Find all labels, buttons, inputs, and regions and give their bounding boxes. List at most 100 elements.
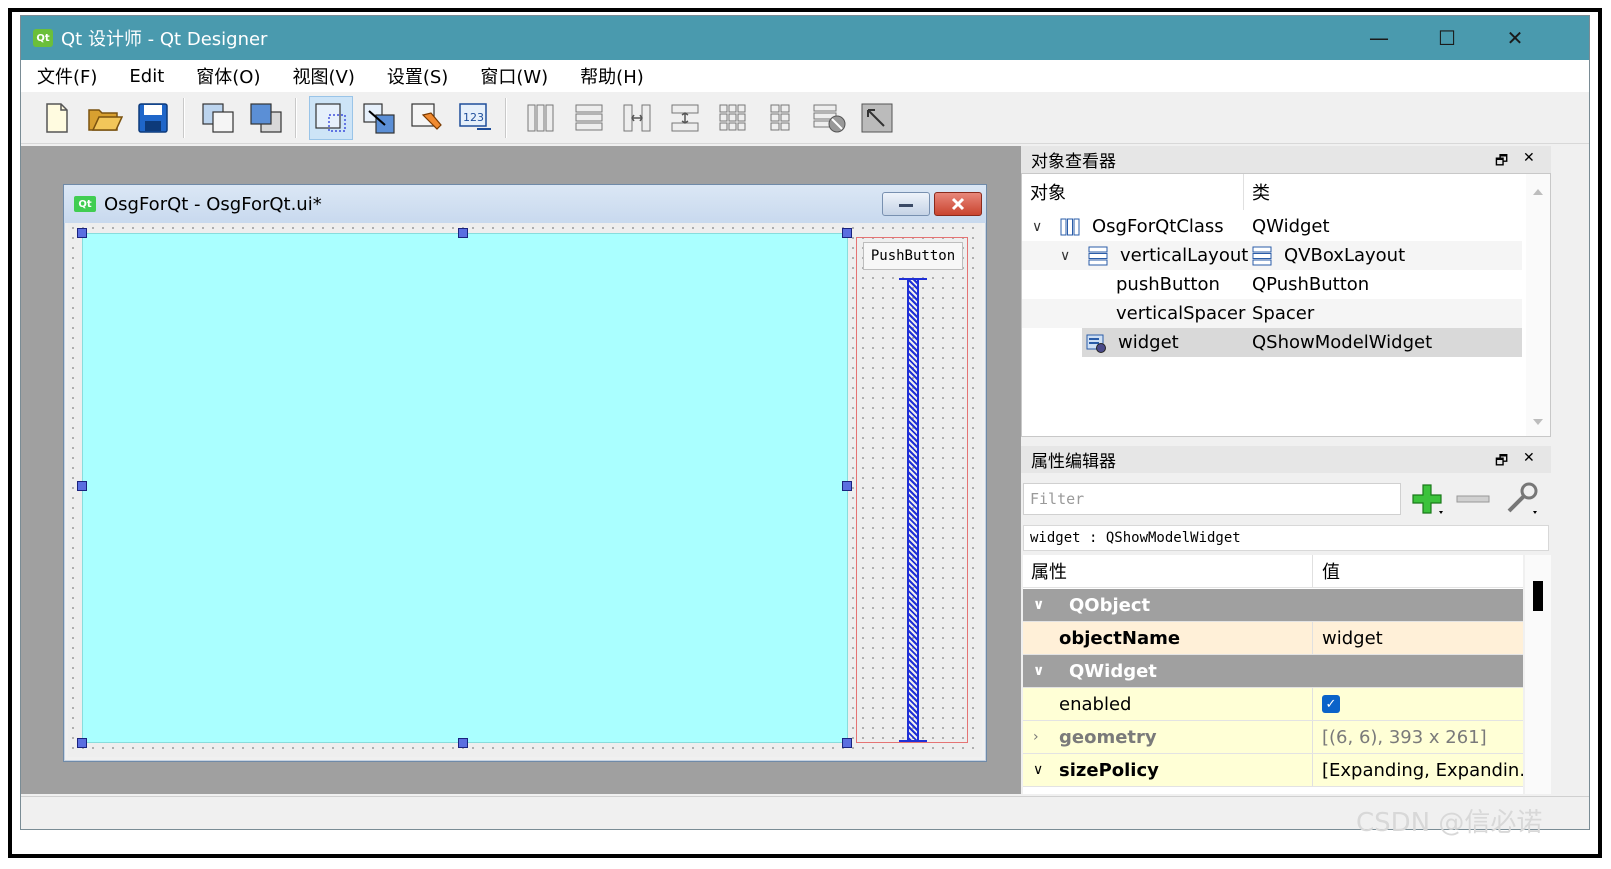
form-close-button[interactable]	[934, 192, 982, 216]
scrollbar-thumb[interactable]	[1533, 581, 1543, 611]
tree-row[interactable]: verticalSpacer Spacer	[1022, 299, 1522, 328]
selection-handle[interactable]	[842, 738, 852, 748]
selection-handle[interactable]	[458, 228, 468, 238]
property-table: 属性 值 ∨ QObject objectName widget ∨ QWidg…	[1023, 555, 1523, 794]
form-canvas[interactable]: PushButton	[68, 223, 982, 757]
tree-row-selected[interactable]: widget QShowModelWidget	[1082, 328, 1522, 357]
property-value[interactable]: [(6, 6), 393 x 261]	[1314, 721, 1523, 753]
save-icon[interactable]	[131, 96, 175, 140]
edit-buddies-icon[interactable]	[405, 96, 449, 140]
column-header-class[interactable]: 类	[1244, 174, 1522, 210]
property-editor-title: 属性编辑器 🗗 ✕	[1021, 446, 1551, 474]
new-file-icon[interactable]	[35, 96, 79, 140]
object-inspector: 对象 类 ∨ OsgForQtClass QWidget ∨ verticalL…	[1021, 173, 1551, 437]
chevron-down-icon[interactable]: ∨	[1032, 212, 1042, 241]
property-editor-title-text: 属性编辑器	[1031, 452, 1116, 472]
property-group-row[interactable]: ∨ QWidget	[1023, 655, 1523, 688]
tree-row[interactable]: pushButton QPushButton	[1022, 270, 1522, 299]
edit-widgets-icon[interactable]	[309, 96, 353, 140]
menu-form[interactable]: 窗体(O)	[180, 63, 276, 89]
maximize-button[interactable]: ☐	[1413, 16, 1481, 60]
minimize-button[interactable]: —	[1345, 16, 1413, 60]
menu-edit[interactable]: Edit	[113, 66, 180, 87]
property-row[interactable]: enabled ✓	[1023, 688, 1523, 721]
tree-object-name: verticalLayout	[1120, 245, 1249, 266]
watermark: CSDN @信必诺	[1356, 808, 1543, 838]
close-icon[interactable]: ✕	[1523, 150, 1535, 166]
property-row[interactable]: › geometry [(6, 6), 393 x 261]	[1023, 721, 1523, 754]
edit-signals-slots-icon[interactable]	[357, 96, 401, 140]
property-group-row[interactable]: ∨ QObject	[1023, 589, 1523, 622]
property-value[interactable]: widget	[1314, 622, 1523, 654]
menu-window[interactable]: 窗口(W)	[464, 63, 564, 89]
qt-designer-app-icon: Qt	[33, 29, 53, 47]
selection-handle[interactable]	[842, 481, 852, 491]
tree-class-name: Spacer	[1252, 303, 1315, 324]
layout-grid-icon[interactable]	[711, 96, 755, 140]
property-row[interactable]: objectName widget	[1023, 622, 1523, 655]
send-to-back-icon[interactable]	[245, 96, 289, 140]
column-header-object[interactable]: 对象	[1022, 174, 1244, 210]
tree-row[interactable]: ∨ verticalLayout QVBoxLayout	[1022, 241, 1522, 270]
bring-to-front-icon[interactable]	[197, 96, 241, 140]
layout-form-icon[interactable]	[759, 96, 803, 140]
break-layout-icon[interactable]	[807, 96, 851, 140]
form-title-bar[interactable]: Qt OsgForQt - OsgForQt.ui*	[64, 185, 986, 223]
close-button[interactable]: ✕	[1481, 16, 1549, 60]
column-header-value[interactable]: 值	[1314, 555, 1523, 587]
selection-handle[interactable]	[77, 738, 87, 748]
chevron-down-icon[interactable]: ∨	[1060, 241, 1070, 270]
window-title: Qt 设计师 - Qt Designer	[61, 29, 268, 50]
layout-horizontal-splitter-icon[interactable]	[615, 96, 659, 140]
remove-property-icon[interactable]	[1453, 481, 1493, 517]
property-row[interactable]: ∨ sizePolicy [Expanding, Expandin...	[1023, 754, 1523, 787]
menu-settings[interactable]: 设置(S)	[371, 63, 464, 89]
selection-handle[interactable]	[77, 481, 87, 491]
menu-view[interactable]: 视图(V)	[276, 63, 370, 89]
property-name: enabled	[1023, 688, 1313, 720]
push-button[interactable]: PushButton	[863, 242, 963, 270]
tree-object-name: verticalSpacer	[1116, 303, 1246, 324]
vertical-spacer[interactable]	[907, 278, 919, 740]
configure-wrench-icon[interactable]	[1501, 481, 1541, 517]
form-minimize-button[interactable]	[882, 192, 930, 216]
mdi-area: Qt OsgForQt - OsgForQt.ui* PushButton	[21, 146, 1021, 794]
column-header-property[interactable]: 属性	[1023, 555, 1313, 587]
edit-tab-order-icon[interactable]: 123	[453, 96, 497, 140]
form-window[interactable]: Qt OsgForQt - OsgForQt.ui* PushButton	[63, 184, 987, 762]
enabled-checkbox[interactable]: ✓	[1322, 695, 1340, 713]
main-toolbar: 123	[21, 92, 1589, 144]
float-icon[interactable]: 🗗	[1495, 450, 1508, 474]
layout-vertical-splitter-icon[interactable]	[663, 96, 707, 140]
tree-class-name: QShowModelWidget	[1252, 332, 1433, 353]
qshowmodelwidget[interactable]	[82, 233, 848, 743]
object-inspector-scrollbar[interactable]	[1526, 174, 1550, 436]
selection-handle[interactable]	[842, 228, 852, 238]
selection-handle[interactable]	[458, 738, 468, 748]
vertical-layout[interactable]: PushButton	[856, 237, 968, 743]
minimize-icon	[899, 204, 913, 207]
tree-object-name: widget	[1118, 332, 1179, 353]
menu-help[interactable]: 帮助(H)	[564, 63, 660, 89]
property-value[interactable]: ✓	[1314, 688, 1523, 720]
adjust-size-icon[interactable]	[855, 96, 899, 140]
scroll-down-icon[interactable]	[1526, 412, 1550, 432]
property-value[interactable]: [Expanding, Expandin...	[1314, 754, 1523, 786]
layout-vertical-icon[interactable]	[567, 96, 611, 140]
property-editor-scrollbar[interactable]	[1525, 555, 1551, 794]
selected-object-class-label: widget : QShowModelWidget	[1023, 525, 1549, 551]
layout-horizontal-icon[interactable]	[519, 96, 563, 140]
open-folder-icon[interactable]	[83, 96, 127, 140]
tree-row[interactable]: ∨ OsgForQtClass QWidget	[1022, 212, 1522, 241]
tree-class-name: QWidget	[1252, 216, 1330, 237]
filter-input[interactable]: Filter	[1023, 483, 1401, 515]
menu-file[interactable]: 文件(F)	[21, 63, 113, 89]
float-icon[interactable]: 🗗	[1495, 150, 1508, 174]
close-icon[interactable]: ✕	[1523, 450, 1535, 466]
scroll-up-icon[interactable]	[1526, 182, 1550, 202]
tree-class-name: QVBoxLayout	[1284, 245, 1406, 266]
selection-handle[interactable]	[77, 228, 87, 238]
add-property-icon[interactable]	[1407, 481, 1447, 517]
custom-widget-icon	[1086, 334, 1106, 353]
tree-object-name: OsgForQtClass	[1092, 216, 1224, 237]
